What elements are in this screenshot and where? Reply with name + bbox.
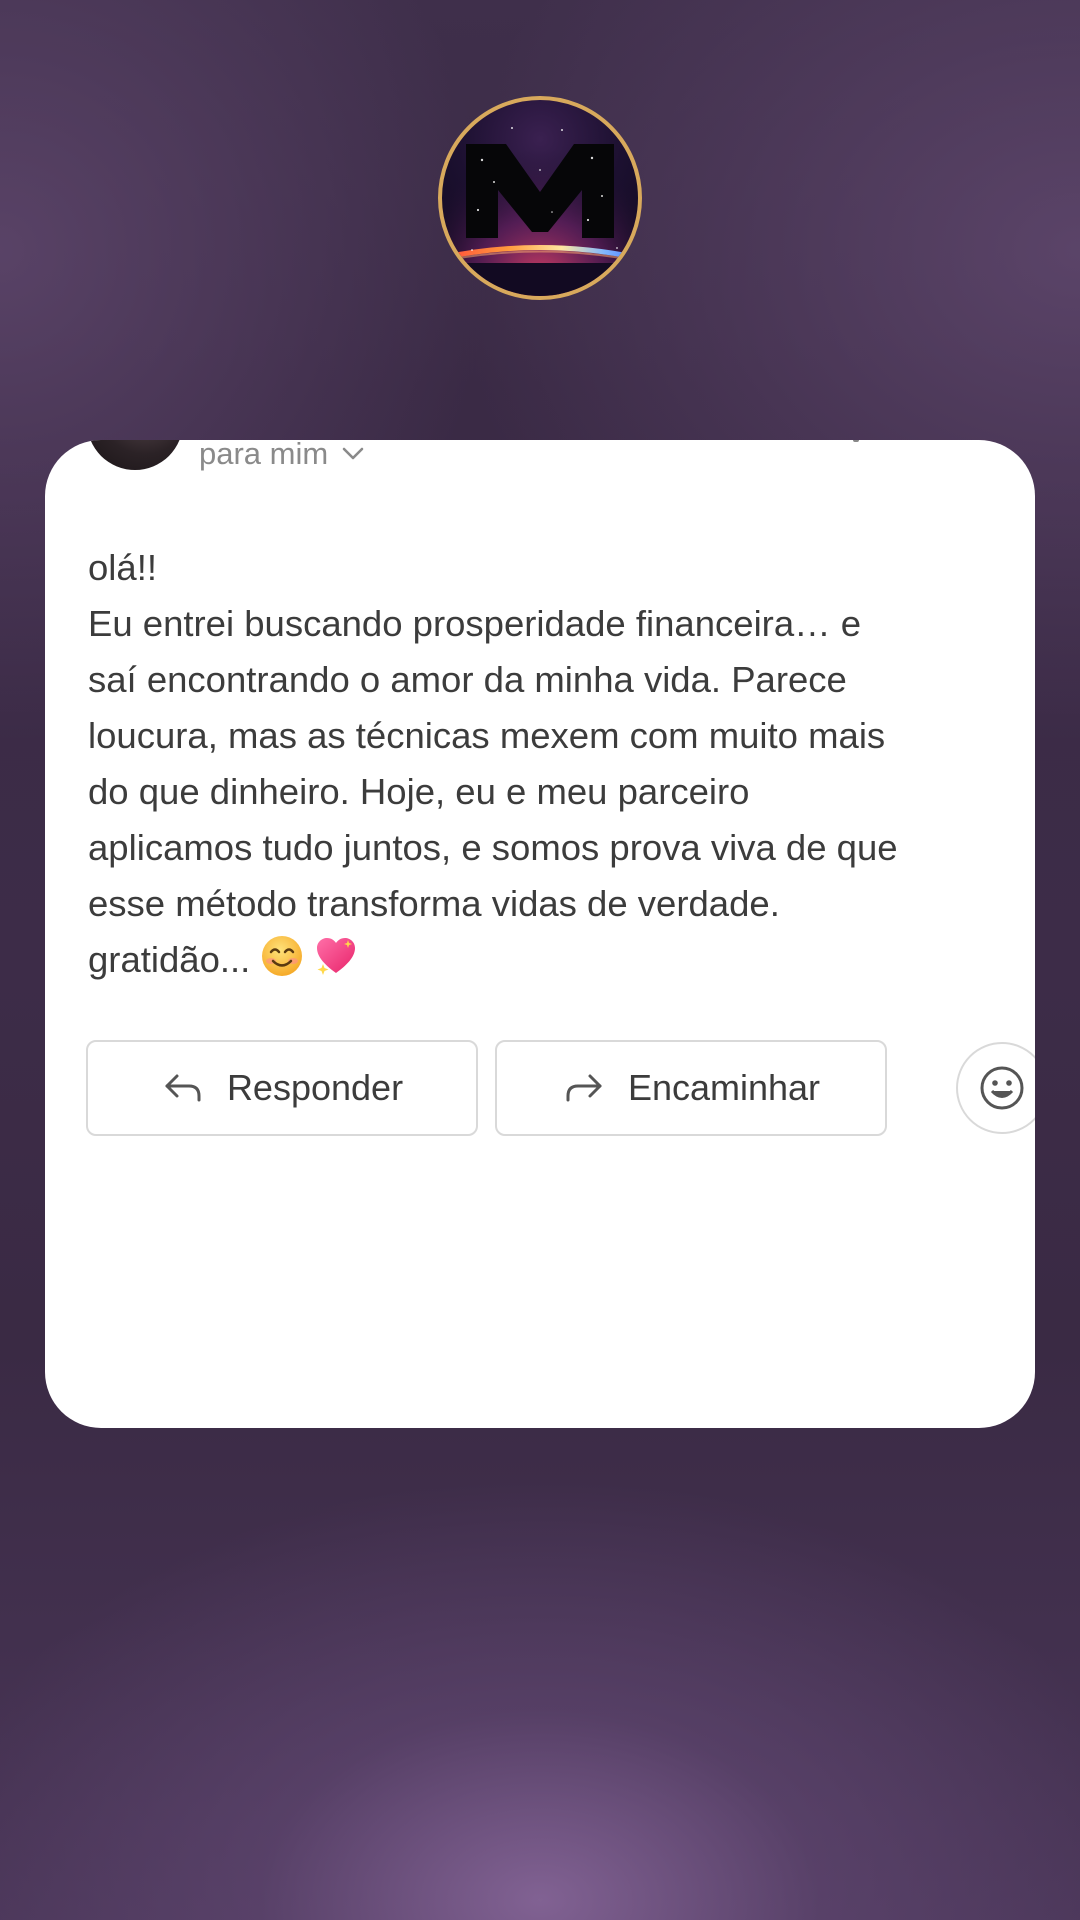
smiling-face-emoji	[260, 934, 304, 994]
more-options-icon[interactable]	[853, 440, 859, 442]
body-line: aplicamos tudo juntos, e somos prova viv…	[88, 827, 898, 868]
sender-avatar[interactable]	[87, 440, 183, 470]
body-line: olá!!	[88, 547, 157, 588]
m-galaxy-logo-icon	[438, 96, 642, 300]
reply-arrow-icon	[165, 1074, 201, 1102]
body-line: saí encontrando o amor da minha vida. Pa…	[88, 659, 847, 700]
chevron-down-icon	[342, 447, 364, 459]
recipient-label: para mim	[199, 440, 329, 471]
forward-button[interactable]: Encaminhar	[495, 1040, 887, 1136]
reply-button[interactable]: Responder	[86, 1040, 478, 1136]
body-line: gratidão...	[88, 939, 251, 980]
email-card: para mim olá!! Eu entrei buscando prospe…	[45, 440, 1035, 1428]
smiley-face-icon	[980, 1066, 1024, 1110]
add-reaction-button[interactable]	[956, 1042, 1035, 1134]
sparkling-heart-emoji	[314, 934, 358, 994]
body-line: Eu entrei buscando prosperidade financei…	[88, 603, 862, 644]
body-line: loucura, mas as técnicas mexem com muito…	[88, 715, 886, 756]
recipient-dropdown[interactable]: para mim	[199, 440, 364, 469]
forward-label: Encaminhar	[627, 1067, 821, 1108]
forward-arrow-icon	[566, 1074, 602, 1102]
body-line: esse método transforma vidas de verdade.	[88, 883, 780, 924]
closing-line: gratidão...	[88, 932, 1008, 994]
email-actions: Responder Encaminhar	[86, 1040, 1035, 1136]
reply-label: Responder	[226, 1067, 404, 1108]
body-line: do que dinheiro. Hoje, eu e meu parceiro	[88, 771, 750, 812]
email-body: olá!! Eu entrei buscando prosperidade fi…	[88, 540, 1008, 994]
